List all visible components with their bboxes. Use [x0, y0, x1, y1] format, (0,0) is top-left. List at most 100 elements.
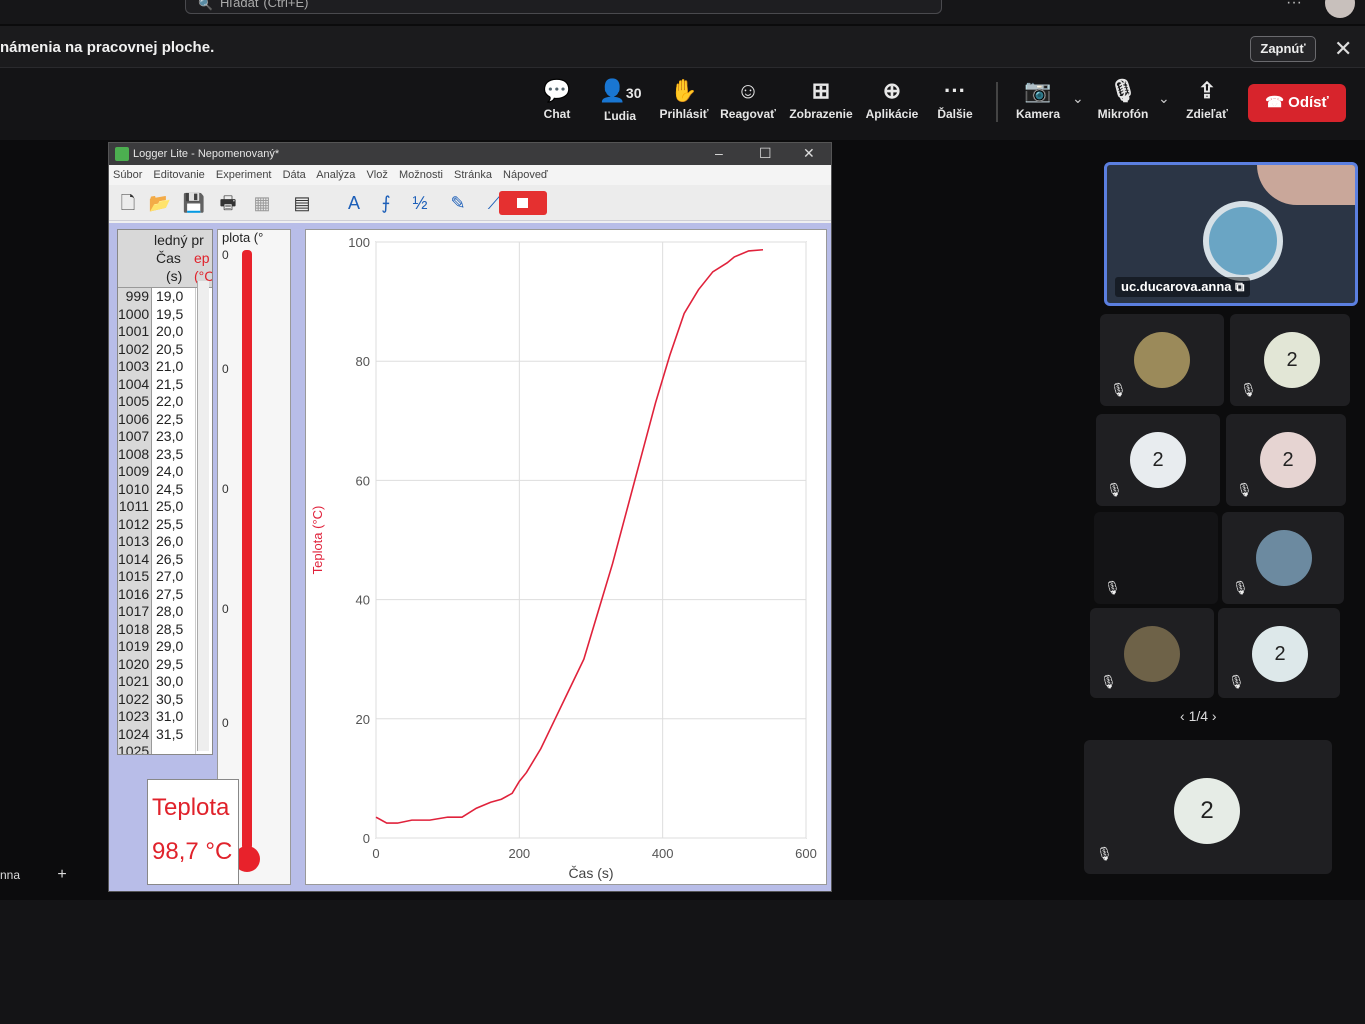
row-index: 1010 — [118, 480, 152, 498]
maximize-icon[interactable]: ☐ — [759, 143, 772, 163]
logger-window: Logger Lite - Nepomenovaný* – ☐ ✕ Súbor … — [108, 142, 832, 892]
self-view-tile[interactable]: 2 🎙 — [1084, 740, 1332, 874]
row-time-value: 26,0 — [152, 533, 196, 551]
menu-edit[interactable]: Editovanie — [153, 169, 204, 181]
examine-icon[interactable]: ⨍ — [373, 191, 399, 215]
participant-tile[interactable]: 2 🎙 — [1230, 314, 1350, 406]
menu-analysis[interactable]: Analýza — [316, 169, 355, 181]
row-index: 1007 — [118, 428, 152, 446]
menu-page[interactable]: Stránka — [454, 169, 492, 181]
mic-off-icon: 🎙 — [1228, 674, 1245, 689]
prev-page-icon[interactable]: ‹ — [1180, 708, 1189, 724]
menu-file[interactable]: Súbor — [113, 169, 142, 181]
fraction-icon[interactable]: ½ — [407, 191, 433, 215]
participant-tile[interactable]: 2 🎙 — [1096, 414, 1220, 506]
row-index: 1016 — [118, 585, 152, 603]
y-axis-label: Teplota (°C) — [310, 506, 325, 575]
mic-off-icon: 🎙 — [1100, 674, 1117, 689]
apps-button[interactable]: ⊕ Aplikácie — [862, 76, 922, 132]
mic-off-icon: 🎙 — [1106, 482, 1123, 497]
row-time-value: 23,5 — [152, 445, 196, 463]
row-time-value: 25,5 — [152, 515, 196, 533]
menu-help[interactable]: Nápoveď — [503, 169, 548, 181]
y-tick-label: 60 — [356, 473, 370, 488]
participant-tile[interactable]: 🎙 — [1094, 512, 1218, 604]
page-options-icon[interactable]: ▤ — [289, 191, 315, 215]
row-time-value: 23,0 — [152, 428, 196, 446]
mic-options-chevron-icon[interactable]: ⌄ — [1158, 90, 1170, 107]
x-tick-label: 600 — [795, 846, 817, 861]
participant-tile[interactable]: 2 🎙 — [1218, 608, 1340, 698]
close-icon[interactable]: ✕ — [1334, 36, 1352, 62]
row-index: 1022 — [118, 690, 152, 708]
annotate-pencil-icon[interactable]: ✎ — [445, 191, 471, 215]
row-index: 1018 — [118, 620, 152, 638]
menu-insert[interactable]: Vlož — [366, 169, 387, 181]
x-axis-label: Čas (s) — [568, 865, 613, 881]
table-header: ledný pr Čas (s) ep (°C — [118, 230, 212, 288]
row-index: 1013 — [118, 533, 152, 551]
more-icon[interactable]: ··· — [1286, 0, 1302, 12]
autoscale-icon[interactable]: A — [341, 191, 367, 215]
notification-text: námenia na pracovnej ploche. — [0, 39, 215, 56]
mic-button[interactable]: 🎙 Mikrofón — [1092, 76, 1154, 132]
save-icon[interactable]: 💾 — [181, 191, 207, 215]
taskbar-tab[interactable]: nna + — [0, 866, 67, 884]
open-folder-icon[interactable]: 📂 — [147, 191, 173, 215]
more-button[interactable]: ··· Ďalšie — [930, 76, 980, 132]
table-scrollbar[interactable] — [197, 281, 209, 751]
temperature-graph[interactable]: 0 200 400 600 0 20 40 60 80 100 Čas (s) Teplota (°C… — [305, 229, 827, 885]
participant-tile[interactable]: 🎙 — [1222, 512, 1344, 604]
camera-options-chevron-icon[interactable]: ⌄ — [1072, 90, 1084, 107]
thermometer-column — [242, 250, 252, 850]
table-title: ledný pr — [154, 232, 204, 248]
participant-tile[interactable]: 🎙 — [1090, 608, 1214, 698]
row-index: 1002 — [118, 340, 152, 358]
raise-hand-button[interactable]: ✋ Prihlásiť — [656, 76, 712, 132]
smiley-icon: ☺ — [736, 78, 760, 103]
mic-off-icon: 🎙 — [1096, 846, 1113, 861]
mic-off-icon: 🎙 — [1109, 78, 1137, 103]
react-button[interactable]: ☺ Reagovať — [718, 76, 778, 132]
stop-collection-button[interactable] — [499, 191, 547, 215]
grid-icon: ⊞ — [811, 78, 831, 103]
menu-data[interactable]: Dáta — [283, 169, 306, 181]
search-input[interactable]: 🔍 Hľadať (Ctrl+E) — [185, 0, 942, 14]
participant-pager[interactable]: ‹ 1/4 › — [1180, 708, 1217, 724]
people-button[interactable]: 👤30 Ľudia — [592, 76, 648, 132]
add-tab-icon[interactable]: + — [57, 866, 66, 883]
row-index: 1017 — [118, 603, 152, 621]
col-temp-header: ep — [194, 250, 210, 266]
row-index: 1019 — [118, 638, 152, 656]
participant-tile[interactable]: 2 🎙 — [1226, 414, 1346, 506]
participant-tile[interactable]: 🎙 — [1100, 314, 1224, 406]
menu-experiment[interactable]: Experiment — [216, 169, 272, 181]
leave-button[interactable]: ☎ Odísť — [1248, 84, 1346, 122]
plus-box-icon: ⊕ — [882, 78, 902, 103]
view-button[interactable]: ⊞ Zobrazenie — [786, 76, 856, 132]
share-icon: ⇪ — [1197, 78, 1217, 103]
row-time-value: 22,0 — [152, 393, 196, 411]
turn-on-button[interactable]: Zapnúť — [1250, 36, 1316, 62]
chart-svg: 0 200 400 600 0 20 40 60 80 100 Čas (s) Teplota (°C… — [310, 235, 817, 881]
data-browser-icon[interactable]: ▦ — [249, 191, 275, 215]
y-tick-label: 0 — [363, 831, 370, 846]
print-icon[interactable]: 🖶 — [215, 191, 241, 215]
avatar: 2 — [1130, 432, 1186, 488]
active-speaker-tile[interactable]: uc.ducarova.anna ⧉ — [1104, 162, 1358, 306]
share-button[interactable]: ⇪ Zdieľať — [1180, 76, 1234, 132]
avatar: 2 — [1264, 332, 1320, 388]
menu-options[interactable]: Možnosti — [399, 169, 443, 181]
row-time-value: 29,5 — [152, 655, 196, 673]
row-index: 1005 — [118, 393, 152, 411]
chat-button[interactable]: 💬 Chat — [532, 76, 582, 132]
thermo-tick: 0 — [222, 482, 229, 496]
next-page-icon[interactable]: › — [1208, 708, 1217, 724]
row-index: 1000 — [118, 305, 152, 323]
mic-off-icon: 🎙 — [1232, 580, 1249, 595]
row-time-value: 31,5 — [152, 725, 196, 743]
new-file-icon[interactable]: 🗋 — [115, 191, 141, 215]
minimize-icon[interactable]: – — [715, 143, 723, 163]
window-close-icon[interactable]: ✕ — [803, 143, 815, 163]
camera-button[interactable]: 📷 Kamera — [1010, 76, 1066, 132]
